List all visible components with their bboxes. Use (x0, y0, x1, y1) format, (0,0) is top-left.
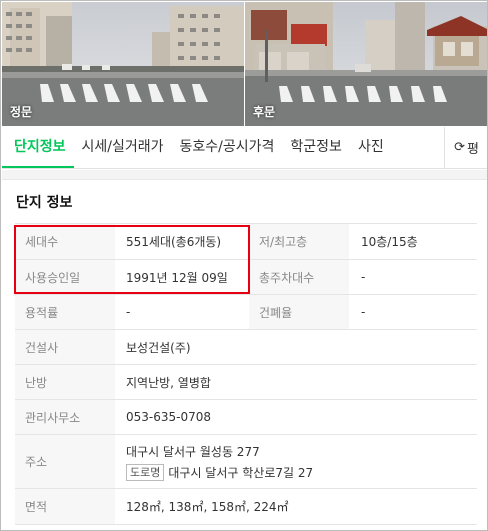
section-divider (2, 170, 487, 180)
tab-unit-price[interactable]: 동호수/공시가격 (172, 127, 283, 168)
tab-bar: 단지정보 시세/실거래가 동호수/공시가격 학군정보 사진 ⟳ 평 (2, 127, 487, 169)
households-label: 세대수 (15, 224, 115, 259)
builder-label: 건설사 (15, 330, 115, 364)
office-label: 관리사무소 (15, 400, 115, 434)
table-row: 주소 대구시 달서구 월성동 277 도로명 대구시 달서구 학산로7길 27 (15, 435, 477, 489)
table-row: 관리사무소 053-635-0708 (15, 400, 477, 435)
road-address: 대구시 달서구 학산로7길 27 (168, 465, 314, 480)
front-gate-image (2, 2, 244, 126)
area-unit-label: 평 (466, 142, 479, 157)
builder-value: 보성건설(주) (126, 340, 191, 355)
refresh-icon: ⟳ (454, 140, 465, 155)
area-label: 면적 (15, 489, 115, 524)
floors-label: 저/최고층 (249, 224, 349, 259)
approval-date-label: 사용승인일 (15, 260, 115, 294)
floor-area-ratio-value: - (126, 305, 131, 319)
front-gate-label: 정문 (10, 105, 33, 119)
tab-school[interactable]: 학군정보 (282, 127, 350, 168)
building-coverage-value: - (361, 305, 366, 319)
photo-strip: 정문 후문 (2, 2, 487, 126)
road-address-line: 도로명 대구시 달서구 학산로7길 27 (126, 463, 314, 481)
info-table: 세대수 551세대(총6개동) 저/최고층 10층/15층 사용승인일 1991… (15, 223, 477, 525)
heating-label: 난방 (15, 365, 115, 399)
section-title: 단지 정보 (16, 195, 73, 211)
approval-date-value: 1991년 12월 09일 (126, 270, 228, 285)
table-row: 세대수 551세대(총6개동) 저/최고층 10층/15층 (15, 224, 477, 260)
table-row: 난방 지역난방, 열병합 (15, 365, 477, 400)
parking-value: - (361, 270, 366, 284)
area-value: 128㎡, 138㎡, 158㎡, 224㎡ (126, 500, 289, 514)
address-label: 주소 (15, 435, 115, 488)
parking-label: 총주차대수 (249, 260, 349, 294)
back-gate-image (245, 2, 487, 126)
table-row: 건설사 보성건설(주) (15, 330, 477, 365)
heating-value: 지역난방, 열병합 (126, 375, 211, 390)
address-value: 대구시 달서구 월성동 277 도로명 대구시 달서구 학산로7길 27 (115, 435, 477, 488)
back-gate-label: 후문 (253, 105, 276, 119)
floor-area-ratio-label: 용적률 (15, 295, 115, 329)
floors-value: 10층/15층 (361, 235, 418, 249)
table-row: 용적률 - 건폐율 - (15, 295, 477, 330)
table-row: 사용승인일 1991년 12월 09일 총주차대수 - (15, 260, 477, 295)
office-phone[interactable]: 053-635-0708 (115, 400, 477, 434)
tab-complex-info[interactable]: 단지정보 (2, 127, 74, 168)
complex-info-panel: 정문 후문 단지정보 시세/실거래가 동호수/공시가격 학군정보 사진 ⟳ 평 … (0, 0, 488, 531)
households-value: 551세대(총6개동) (126, 235, 222, 249)
area-unit-toggle[interactable]: ⟳ 평 (444, 127, 487, 168)
back-gate-photo[interactable]: 후문 (244, 2, 487, 126)
road-name-badge: 도로명 (126, 463, 165, 481)
tab-price[interactable]: 시세/실거래가 (74, 127, 172, 168)
tab-photos[interactable]: 사진 (350, 127, 392, 168)
building-coverage-label: 건폐율 (249, 295, 349, 329)
lot-address: 대구시 달서구 월성동 277 (126, 444, 260, 459)
table-row: 면적 128㎡, 138㎡, 158㎡, 224㎡ (15, 489, 477, 525)
front-gate-photo[interactable]: 정문 (2, 2, 244, 126)
